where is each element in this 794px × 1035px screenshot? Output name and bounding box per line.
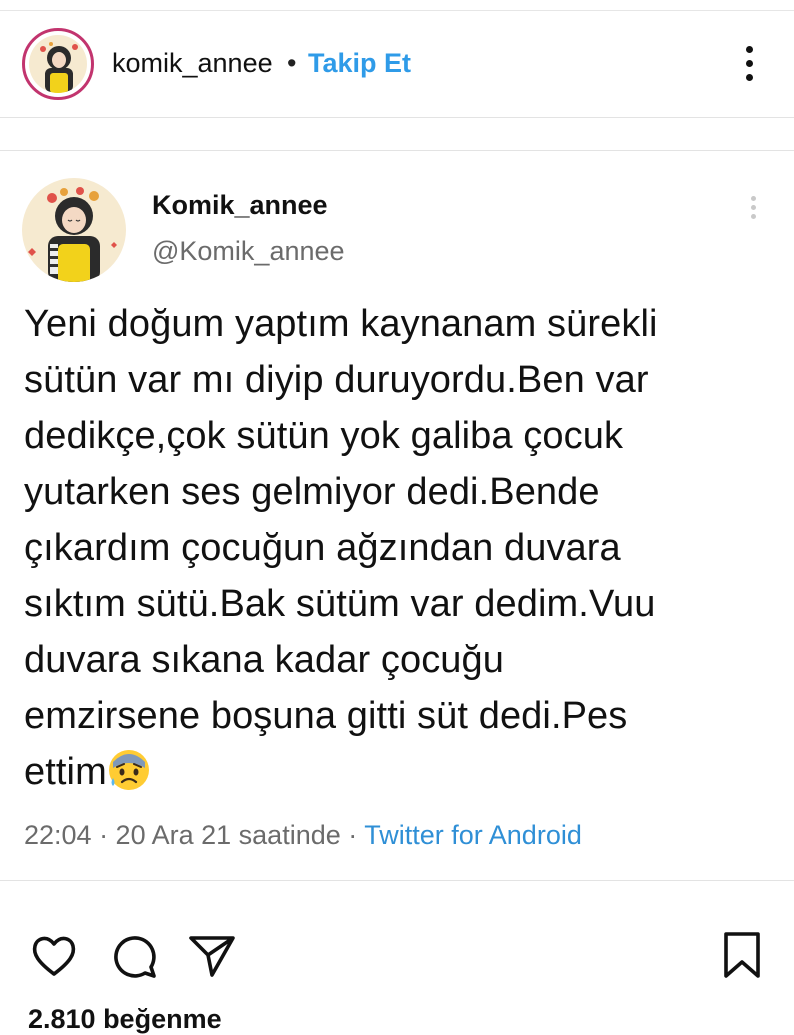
tweet-line: sıktım sütü.Bak sütüm var dedim.Vuu xyxy=(24,583,656,625)
more-options-icon[interactable] xyxy=(740,44,760,84)
tweet-line: dedikçe,çok sütün yok galiba çocuk xyxy=(24,415,624,457)
content-top-divider xyxy=(0,150,794,151)
username-link[interactable]: komik_annee xyxy=(112,48,273,79)
tweet-display-name[interactable]: Komik_annee xyxy=(152,190,328,221)
avatar-illustration-icon xyxy=(40,42,78,93)
tweet-line: yutarken ses gelmiyor dedi.Bende xyxy=(24,471,600,513)
content-bottom-divider xyxy=(0,880,794,881)
tweet-line: duvara sıkana kadar çocuğu xyxy=(24,639,505,681)
tweet-line: emzirsene boşuna gitti süt dedi.Pes xyxy=(24,695,628,737)
tweet-line: ettim xyxy=(24,751,107,793)
tweet-meta: 22:04 · 20 Ara 21 saatinde · Twitter for… xyxy=(24,820,582,851)
follow-button[interactable]: Takip Et xyxy=(308,48,411,79)
tweet-handle[interactable]: @Komik_annee xyxy=(152,236,345,267)
post-actions xyxy=(0,930,794,986)
tweet-last-line: ettim xyxy=(24,744,776,800)
comment-icon[interactable] xyxy=(108,930,160,982)
tweet-avatar xyxy=(22,178,126,282)
tweet-more-icon xyxy=(748,194,760,222)
tweet-timestamp: 22:04 · 20 Ara 21 saatinde · xyxy=(24,820,365,850)
bookmark-icon[interactable] xyxy=(716,930,768,982)
tweet-line: sütün var mı diyip duruyordu.Ben var xyxy=(24,359,649,401)
profile-avatar[interactable] xyxy=(22,28,94,100)
anxious-face-with-sweat-icon xyxy=(108,750,149,790)
heart-icon[interactable] xyxy=(28,930,80,982)
tweet-line: çıkardım çocuğun ağzından duvara xyxy=(24,527,621,569)
share-icon[interactable] xyxy=(186,930,238,982)
post-header: komik_annee • Takip Et xyxy=(0,22,794,106)
likes-count[interactable]: 2.810 beğenme xyxy=(28,1004,222,1035)
top-divider xyxy=(0,10,794,11)
tweet-text: Yeni doğum yaptım kaynanam sürekli sütün… xyxy=(24,296,776,800)
separator-dot: • xyxy=(287,48,297,78)
tweet-line: Yeni doğum yaptım kaynanam sürekli xyxy=(24,303,658,345)
avatar-illustration-icon xyxy=(28,187,117,282)
header-divider xyxy=(0,117,794,118)
tweet-source[interactable]: Twitter for Android xyxy=(364,820,582,850)
